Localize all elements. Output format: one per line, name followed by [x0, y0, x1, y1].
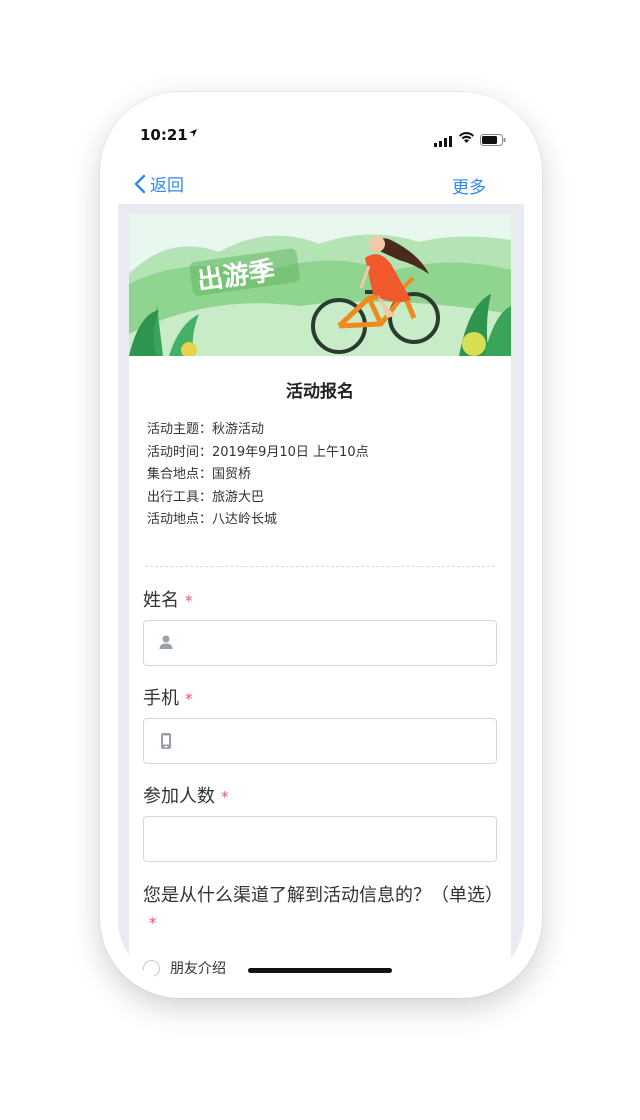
radio-button[interactable] [143, 959, 160, 977]
mobile-phone-icon [158, 732, 174, 754]
dashed-divider [145, 566, 495, 567]
navigation-bar: 返回 更多 [118, 166, 524, 204]
status-bar: 10:21 [118, 110, 524, 160]
radio-option-label: 朋友介绍 [170, 961, 226, 977]
phone-frame: 10:21 返回 更多 出游季 活动报名 活动主题：秋游活动 活动时间：2019… [100, 92, 542, 998]
phone-field-label: 手机 * [143, 688, 193, 709]
home-indicator[interactable] [248, 968, 392, 973]
page-title: 活动报名 [286, 382, 354, 402]
info-row: 活动地点：八达岭长城 [147, 512, 278, 527]
location-arrow-icon [188, 128, 198, 141]
more-button[interactable]: 更多 [452, 173, 486, 198]
info-row: 活动时间：2019年9月10日 上午10点 [147, 444, 369, 460]
info-row: 集合地点：国贸桥 [147, 467, 252, 482]
radio-option[interactable]: 朋友介绍 [143, 958, 226, 978]
name-field-label: 姓名 * [143, 590, 193, 611]
chevron-left-icon [134, 174, 146, 193]
back-label: 返回 [150, 176, 184, 196]
activity-info: 活动主题：秋游活动 活动时间：2019年9月10日 上午10点 集合地点：国贸桥… [147, 419, 369, 532]
required-mark: * [221, 788, 229, 806]
user-icon [158, 634, 174, 654]
required-mark: * [185, 592, 193, 610]
signup-card[interactable]: 出游季 活动报名 活动主题：秋游活动 活动时间：2019年9月10日 上午10点… [129, 214, 511, 982]
back-button[interactable]: 返回 [134, 171, 184, 196]
info-row: 活动主题：秋游活动 [147, 422, 265, 437]
page-content: 出游季 活动报名 活动主题：秋游活动 活动时间：2019年9月10日 上午10点… [118, 204, 524, 982]
status-time: 10:21 [140, 126, 188, 144]
wifi-icon [458, 129, 475, 148]
banner-illustration: 出游季 [129, 214, 511, 356]
count-field-label: 参加人数 * [143, 786, 229, 807]
name-input[interactable] [143, 620, 497, 666]
info-row: 出行工具：旅游大巴 [147, 489, 265, 505]
cellular-signal-icon [434, 132, 452, 151]
phone-screen: 10:21 返回 更多 出游季 活动报名 活动主题：秋游活动 活动时间：2019… [118, 110, 524, 982]
phone-input[interactable] [143, 718, 497, 764]
battery-icon [480, 131, 506, 150]
required-mark: * [185, 690, 193, 708]
count-input[interactable] [143, 816, 497, 862]
source-question-label: 您是从什么渠道了解到活动信息的？（单选）* [143, 885, 503, 932]
required-mark: * [149, 914, 157, 932]
